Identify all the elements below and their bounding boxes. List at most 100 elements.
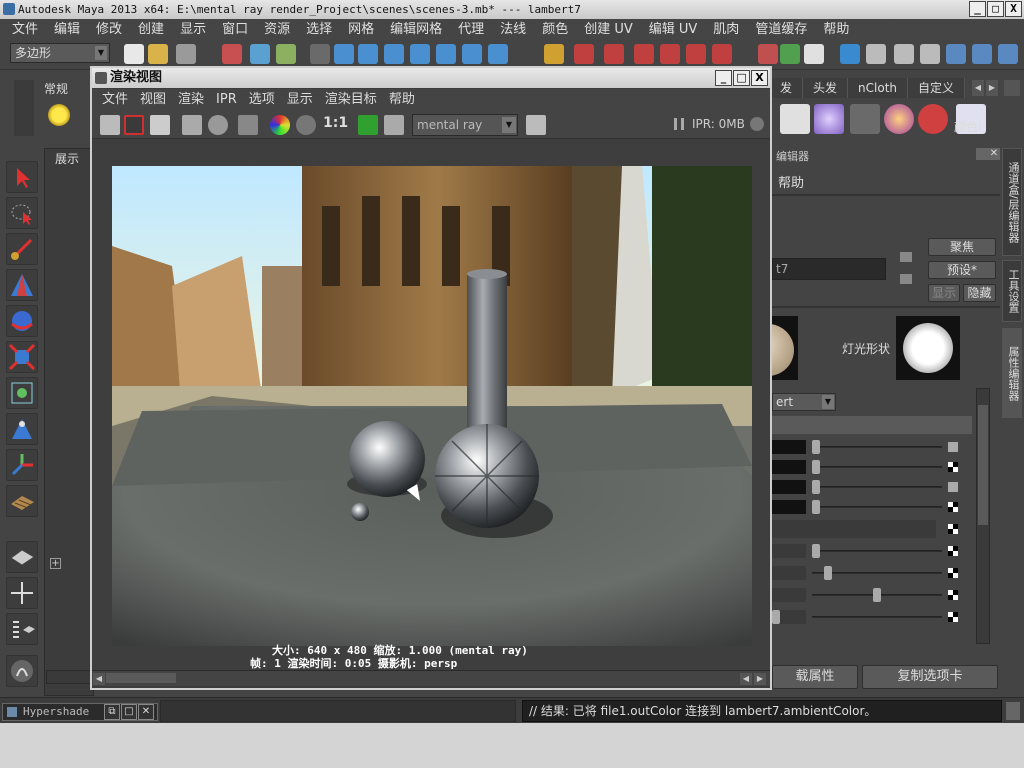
clapper-icon-2[interactable] [894,44,914,64]
rv-menu-help[interactable]: 帮助 [383,89,421,111]
shelf-tab-hair[interactable]: 头发 [803,78,849,98]
menu-display[interactable]: 显示 [172,19,214,40]
expand-plus-icon[interactable]: + [50,558,61,569]
shelf-tab-general[interactable]: 常规 [44,80,92,98]
magnet-icon-5[interactable] [686,44,706,64]
slider-thumb[interactable] [772,610,780,624]
scrollbar-thumb[interactable] [978,405,988,525]
outliner-icon[interactable] [946,44,966,64]
snap-curve-icon[interactable] [358,44,378,64]
magnet-icon-2[interactable] [604,44,624,64]
render-settings-icon[interactable] [238,115,258,135]
slider-track[interactable] [812,506,942,508]
shelf-menu-icon[interactable] [1004,80,1020,96]
menu-assets[interactable]: 资源 [256,19,298,40]
construction-icon[interactable] [488,44,508,64]
panel-float-icon[interactable] [976,148,988,160]
checker-map-icon[interactable] [948,462,958,472]
soft-modification-icon[interactable] [6,413,38,445]
redo-render-icon[interactable] [100,115,120,135]
snapshot-icon[interactable] [150,115,170,135]
color-swatch[interactable] [772,480,806,494]
menu-window[interactable]: 窗口 [214,19,256,40]
checker-map-icon[interactable] [948,590,958,600]
slider-thumb[interactable] [812,500,820,514]
checker-map-icon[interactable] [948,502,958,512]
rotate-tool-icon[interactable] [6,305,38,337]
new-scene-icon[interactable] [124,44,144,64]
menu-set-select[interactable]: 多边形 ▼ [10,43,110,63]
outliner-layout-icon[interactable] [6,613,38,645]
value-field[interactable] [772,588,806,602]
real-size-button[interactable]: 1:1 [323,115,348,131]
ipr-render-icon[interactable] [780,44,800,64]
value-field[interactable] [772,544,806,558]
menu-select[interactable]: 选择 [298,19,340,40]
rv-menu-file[interactable]: 文件 [96,89,134,111]
viewport-hscroll[interactable] [46,670,94,684]
menu-mesh[interactable]: 网格 [340,19,382,40]
rv-menu-view[interactable]: 视图 [134,89,172,111]
checklist-icon[interactable] [780,104,810,134]
checker-map-icon[interactable] [948,612,958,622]
sun-light-icon[interactable] [48,104,70,126]
minimize-button[interactable]: _ [715,70,732,86]
checker-map-icon[interactable] [948,524,958,534]
value-field[interactable] [772,566,806,580]
select-tool-icon[interactable] [6,161,38,193]
command-input[interactable] [160,700,516,722]
lasso-tool-icon[interactable] [6,197,38,229]
slider-track[interactable] [812,466,942,468]
render-view-title-bar[interactable]: 渲染视图 _ □ X [92,68,770,88]
menu-normals[interactable]: 法线 [492,19,534,40]
color-swatch[interactable] [772,500,806,514]
shader-type-select[interactable]: ert ▼ [772,393,836,411]
snap-grid-icon[interactable] [334,44,354,64]
show-manipulator-icon[interactable] [6,449,38,481]
slider-track[interactable] [812,446,942,448]
color-swatch[interactable] [772,460,806,474]
rv-menu-options[interactable]: 选项 [243,89,281,111]
ipr-render-icon[interactable] [182,115,202,135]
snap-point-icon[interactable] [384,44,404,64]
scroll-left-icon[interactable]: ◀ [93,673,105,685]
menu-pipeline-cache[interactable]: 管道缓存 [747,19,815,40]
paint-select-icon[interactable] [6,233,38,265]
four-view-layout-icon[interactable] [6,577,38,609]
material-sphere-icon[interactable] [884,104,914,134]
restore-icon[interactable]: ⧉ [104,704,120,720]
maximize-button[interactable]: □ [733,70,750,86]
hide-button[interactable]: 隐藏 [963,284,996,302]
attribute-editor-help-menu[interactable]: 帮助 [778,172,804,191]
show-button[interactable]: 显示 [928,284,960,302]
rv-menu-render-target[interactable]: 渲染目标 [319,89,383,111]
shader-ball-icon[interactable] [814,104,844,134]
render-view-hscroll[interactable]: ◀ ◀ ▶ [92,670,770,686]
menu-create[interactable]: 创建 [130,19,172,40]
panel-close-icon[interactable]: ✕ [988,148,1000,160]
tool-settings-icon[interactable] [972,44,992,64]
snap-live-icon[interactable] [436,44,456,64]
select-component-icon[interactable] [276,44,296,64]
slider-track[interactable] [812,616,942,618]
presets-button[interactable]: 预设* [928,261,996,279]
slider-thumb[interactable] [812,460,820,474]
minimize-button[interactable]: _ [969,1,986,17]
node-name-field[interactable]: t7 [772,258,886,280]
filter-icon[interactable] [310,44,330,64]
render-frame-icon[interactable] [758,44,778,64]
side-tab-channel-box[interactable]: 通道盒/层编辑器 [1002,148,1022,256]
scroll-left-icon-2[interactable]: ◀ [740,673,752,685]
checker-map-icon[interactable] [948,568,958,578]
scale-tool-icon[interactable] [6,341,38,373]
bump-field[interactable] [772,520,936,538]
slider-track[interactable] [812,550,942,552]
ipr-pause-icon[interactable] [674,118,684,130]
viewport-show-menu[interactable]: 展示 [55,150,79,167]
renderer-select[interactable]: mental ray ▼ [412,114,518,136]
close-button[interactable]: X [1005,1,1022,17]
section-header-common[interactable] [772,416,972,434]
map-connected-icon[interactable] [948,482,958,492]
save-scene-icon[interactable] [176,44,196,64]
hypershade-icon[interactable] [840,44,860,64]
